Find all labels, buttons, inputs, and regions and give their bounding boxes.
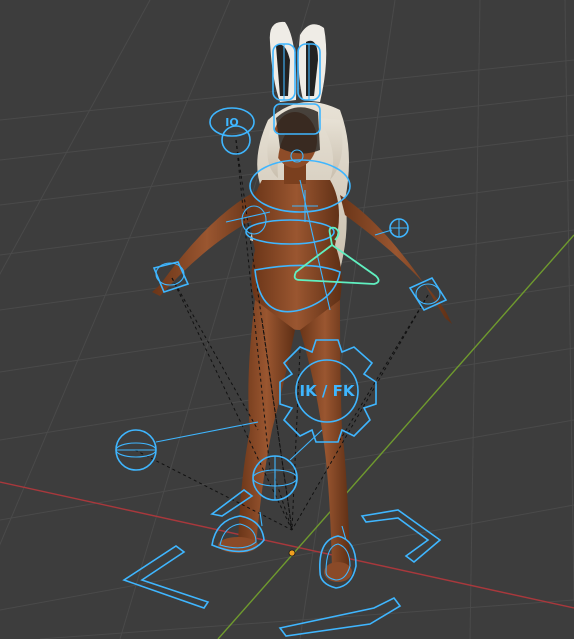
viewport-canvas[interactable]: IO IK / FK	[0, 0, 574, 639]
world-origin-marker	[288, 549, 296, 557]
head-widget[interactable]: IO	[209, 107, 255, 155]
character-mesh[interactable]	[152, 21, 452, 582]
root-control-brackets[interactable]	[122, 489, 442, 637]
ikfk-gear-label: IK / FK	[300, 382, 356, 400]
x-axis-line	[0, 481, 574, 609]
3d-viewport[interactable]: IO IK / FK	[0, 0, 574, 639]
knee-pole-control[interactable]	[115, 421, 259, 471]
